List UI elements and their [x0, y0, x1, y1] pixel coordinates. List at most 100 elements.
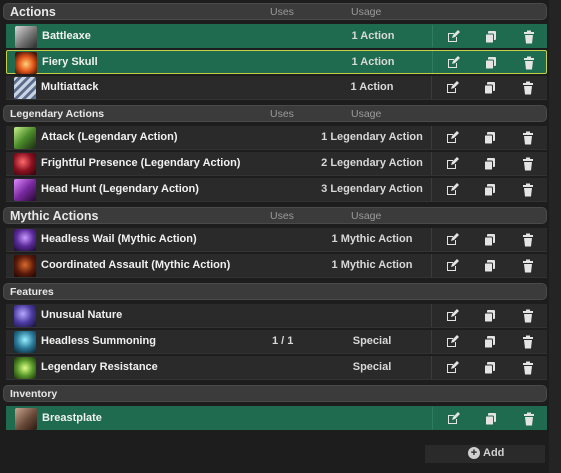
item-row-coordinated-assault[interactable]: Coordinated Assault (Mythic Action) 1 My… — [6, 254, 547, 278]
edit-icon[interactable] — [445, 335, 459, 349]
copy-icon[interactable] — [484, 30, 498, 44]
frightful-presence-icon — [14, 153, 36, 175]
plus-circle-icon: + — [468, 447, 480, 459]
unusual-nature-icon — [14, 305, 36, 327]
item-name: Legendary Resistance — [41, 361, 158, 373]
item-row-headless-summoning[interactable]: Headless Summoning 1 / 1 Special — [6, 330, 547, 354]
item-usage: 2 Legendary Action — [321, 157, 423, 169]
trash-icon[interactable] — [521, 335, 535, 349]
item-name: Headless Summoning — [41, 335, 156, 347]
edit-icon[interactable] — [445, 259, 459, 273]
trash-icon[interactable] — [521, 361, 535, 375]
edit-icon[interactable] — [445, 233, 459, 247]
head-hunt-icon — [14, 179, 36, 201]
section-title: Inventory — [10, 388, 58, 400]
item-row-legendary-attack[interactable]: Attack (Legendary Action) 1 Legendary Ac… — [6, 126, 547, 150]
copy-icon[interactable] — [484, 56, 498, 70]
edit-icon[interactable] — [446, 56, 460, 70]
trash-icon[interactable] — [522, 56, 536, 70]
edit-icon[interactable] — [445, 361, 459, 375]
trash-icon[interactable] — [521, 309, 535, 323]
copy-icon[interactable] — [483, 81, 497, 95]
trash-icon[interactable] — [521, 233, 535, 247]
item-usage: 1 Action — [351, 30, 395, 42]
edit-icon[interactable] — [445, 157, 459, 171]
copy-icon[interactable] — [483, 335, 497, 349]
item-usage: Special — [352, 361, 392, 373]
copy-icon[interactable] — [483, 157, 497, 171]
add-button[interactable]: + Add — [468, 447, 504, 459]
item-name: Coordinated Assault (Mythic Action) — [41, 259, 231, 271]
column-header-usage: Usage — [351, 6, 382, 18]
section-title: Legendary Actions — [10, 108, 105, 120]
item-row-breastplate[interactable]: Breastplate — [6, 406, 547, 430]
copy-icon[interactable] — [483, 183, 497, 197]
item-row-headless-wail[interactable]: Headless Wail (Mythic Action) 1 Mythic A… — [6, 228, 547, 252]
copy-icon[interactable] — [483, 259, 497, 273]
divider — [431, 356, 432, 379]
item-uses[interactable]: 1 / 1 — [272, 335, 293, 347]
breastplate-icon — [15, 408, 37, 430]
section-header-inventory[interactable]: Inventory — [3, 385, 547, 402]
legendary-attack-icon — [14, 127, 36, 149]
edit-icon[interactable] — [445, 131, 459, 145]
trash-icon[interactable] — [521, 259, 535, 273]
column-header-uses: Uses — [270, 210, 294, 222]
section-title: Actions — [10, 5, 56, 19]
divider — [431, 304, 432, 327]
item-name: Head Hunt (Legendary Action) — [41, 183, 199, 195]
item-row-unusual-nature[interactable]: Unusual Nature — [6, 304, 547, 328]
legendary-resistance-icon — [14, 357, 36, 379]
section-actions: Actions Uses Usage Battleaxe 1 Action Fi… — [3, 3, 547, 100]
edit-icon[interactable] — [446, 30, 460, 44]
trash-icon[interactable] — [521, 81, 535, 95]
section-header-actions[interactable]: Actions Uses Usage — [3, 3, 547, 20]
item-usage: 1 Action — [351, 56, 395, 68]
section-legendary-actions: Legendary Actions Uses Usage Attack (Leg… — [3, 105, 547, 202]
fiery-skull-icon — [15, 52, 37, 74]
item-row-legendary-resistance[interactable]: Legendary Resistance Special — [6, 356, 547, 380]
copy-icon[interactable] — [483, 361, 497, 375]
trash-icon[interactable] — [521, 157, 535, 171]
copy-icon[interactable] — [483, 131, 497, 145]
item-name: Unusual Nature — [41, 309, 123, 321]
copy-icon[interactable] — [484, 412, 498, 426]
section-header-mythic-actions[interactable]: Mythic Actions Uses Usage — [3, 207, 547, 224]
headless-summoning-icon — [14, 331, 36, 353]
item-row-fiery-skull[interactable]: Fiery Skull 1 Action — [6, 50, 547, 74]
divider — [431, 178, 432, 201]
item-row-frightful-presence[interactable]: Frightful Presence (Legendary Action) 2 … — [6, 152, 547, 176]
add-bar: + Add — [425, 445, 545, 463]
section-title: Features — [10, 286, 54, 298]
item-name: Battleaxe — [42, 30, 91, 42]
item-name: Headless Wail (Mythic Action) — [41, 233, 197, 245]
trash-icon[interactable] — [521, 131, 535, 145]
edit-icon[interactable] — [445, 309, 459, 323]
item-row-head-hunt[interactable]: Head Hunt (Legendary Action) 3 Legendary… — [6, 178, 547, 202]
trash-icon[interactable] — [522, 412, 536, 426]
edit-icon[interactable] — [445, 183, 459, 197]
divider — [431, 228, 432, 251]
item-name: Multiattack — [41, 81, 99, 93]
item-usage: Special — [352, 335, 392, 347]
section-header-legendary-actions[interactable]: Legendary Actions Uses Usage — [3, 105, 547, 122]
divider — [431, 126, 432, 149]
column-header-uses: Uses — [270, 6, 294, 18]
edit-icon[interactable] — [446, 412, 460, 426]
item-list: Actions Uses Usage Battleaxe 1 Action Fi… — [3, 3, 547, 432]
section-features: Features Unusual Nature Headless Summoni… — [3, 283, 547, 380]
battleaxe-icon — [15, 26, 37, 48]
section-header-features[interactable]: Features — [3, 283, 547, 300]
item-usage: 1 Action — [350, 81, 394, 93]
item-row-battleaxe[interactable]: Battleaxe 1 Action — [6, 24, 547, 48]
edit-icon[interactable] — [445, 81, 459, 95]
copy-icon[interactable] — [483, 309, 497, 323]
trash-icon[interactable] — [521, 183, 535, 197]
divider — [431, 76, 432, 99]
trash-icon[interactable] — [522, 30, 536, 44]
scrollbar-track[interactable] — [549, 0, 561, 473]
item-row-multiattack[interactable]: Multiattack 1 Action — [6, 76, 547, 100]
divider — [432, 25, 433, 47]
item-name: Frightful Presence (Legendary Action) — [41, 157, 241, 169]
copy-icon[interactable] — [483, 233, 497, 247]
